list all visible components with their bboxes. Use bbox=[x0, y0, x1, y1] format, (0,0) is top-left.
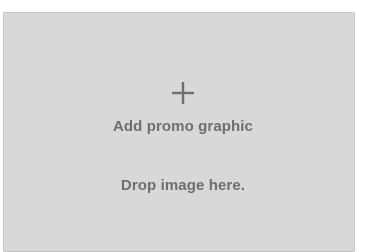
add-promo-graphic-label: Add promo graphic bbox=[112, 118, 254, 135]
drop-image-hint: Drop image here. bbox=[120, 177, 246, 194]
